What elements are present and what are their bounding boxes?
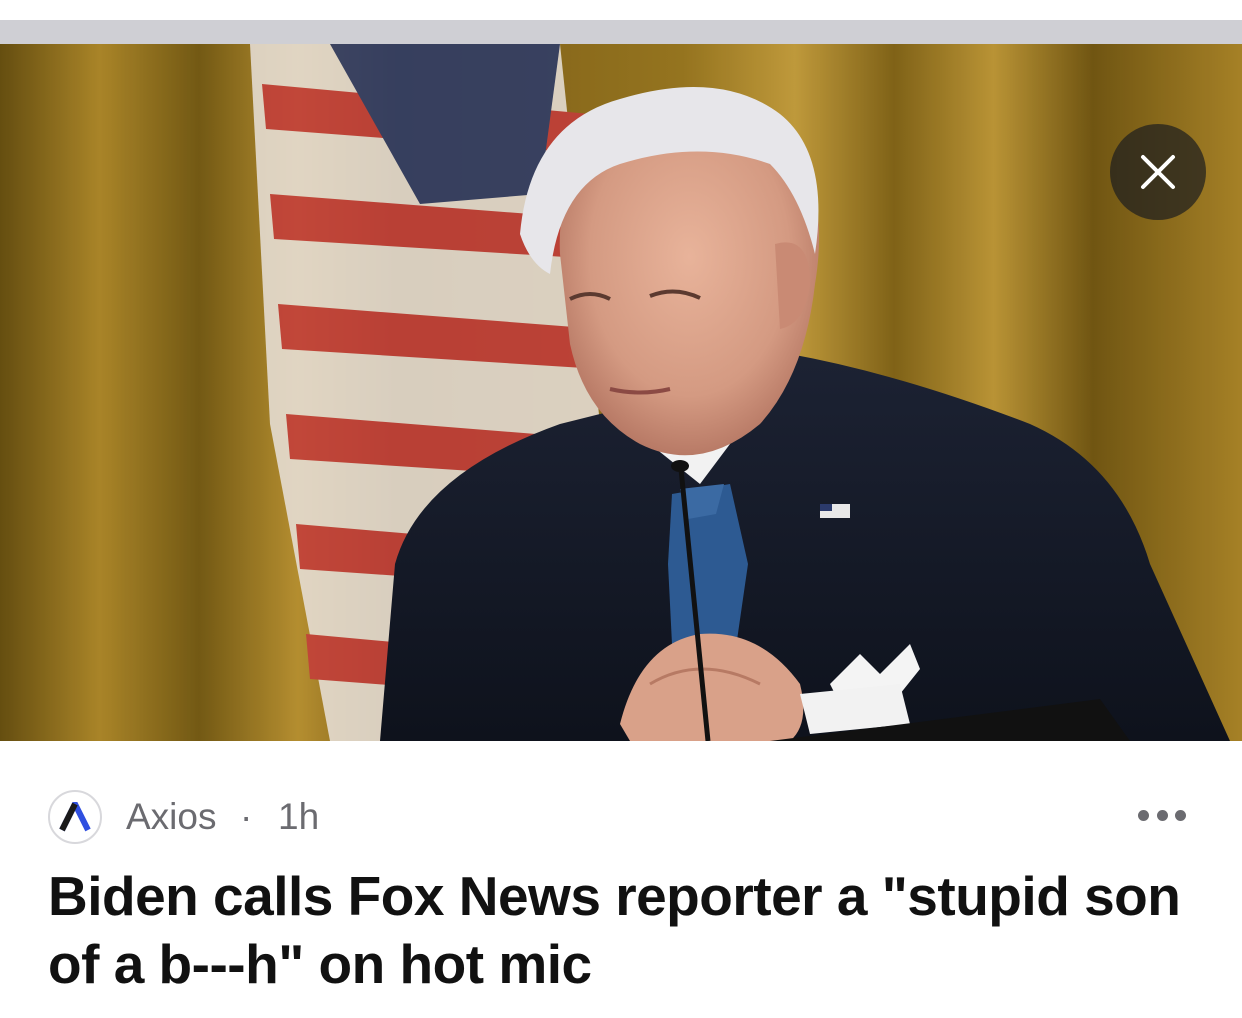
close-icon: [1141, 155, 1175, 189]
sheet-header-bar: [0, 20, 1242, 44]
ellipsis-icon-dot: [1175, 809, 1186, 821]
more-options-button[interactable]: [1138, 804, 1186, 826]
news-card: Axios · 1h Biden calls Fox News reporter…: [0, 0, 1242, 1018]
ellipsis-icon-dot: [1156, 809, 1168, 821]
article-photo[interactable]: [0, 44, 1242, 741]
ellipsis-icon-dot: [1138, 809, 1149, 821]
close-button[interactable]: [1110, 124, 1206, 220]
article-headline[interactable]: Biden calls Fox News reporter a "stupid …: [48, 862, 1198, 998]
top-strip: [0, 0, 1242, 20]
meta-separator: ·: [240, 796, 253, 837]
source-name[interactable]: Axios: [126, 794, 216, 840]
axios-logo-icon: [59, 802, 91, 832]
article-meta-row: Axios · 1h: [0, 790, 1242, 846]
published-time: 1h: [278, 796, 320, 837]
source-logo[interactable]: [48, 790, 102, 844]
article-photo-illustration: [0, 44, 1242, 741]
